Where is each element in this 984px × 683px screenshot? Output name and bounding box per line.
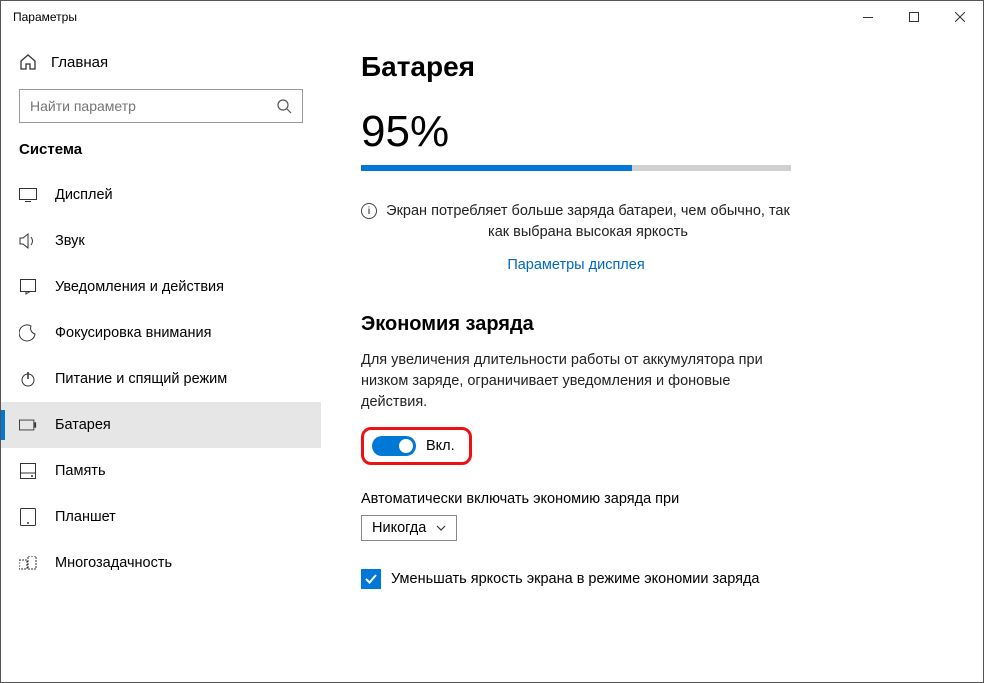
- chevron-down-icon: [436, 525, 446, 531]
- battery-saver-toggle[interactable]: [372, 436, 416, 456]
- maximize-button[interactable]: [891, 1, 937, 33]
- window-controls: [845, 1, 983, 33]
- search-icon: [276, 98, 292, 114]
- toggle-state-label: Вкл.: [426, 438, 455, 454]
- sidebar-category: Система: [1, 137, 321, 172]
- window-title: Параметры: [13, 10, 845, 24]
- sidebar: Главная Система Дисплей Звук Уведомления…: [1, 33, 321, 682]
- sidebar-item-sound[interactable]: Звук: [1, 218, 321, 264]
- sidebar-nav: Дисплей Звук Уведомления и действия Фоку…: [1, 172, 321, 586]
- minimize-button[interactable]: [845, 1, 891, 33]
- sidebar-item-label: Многозадачность: [55, 555, 172, 571]
- battery-bar-fill: [361, 165, 632, 171]
- main-content: Батарея 95% i Экран потребляет больше за…: [321, 33, 983, 682]
- display-settings-link[interactable]: Параметры дисплея: [361, 257, 791, 273]
- sidebar-item-display[interactable]: Дисплей: [1, 172, 321, 218]
- sidebar-item-label: Фокусировка внимания: [55, 325, 211, 341]
- info-icon: i: [361, 203, 377, 219]
- saver-description: Для увеличения длительности работы от ак…: [361, 350, 791, 413]
- power-icon: [19, 370, 37, 388]
- brightness-checkbox-row[interactable]: Уменьшать яркость экрана в режиме эконом…: [361, 569, 937, 589]
- brightness-checkbox-label: Уменьшать яркость экрана в режиме эконом…: [391, 571, 759, 587]
- battery-bar: [361, 165, 791, 171]
- info-row: i Экран потребляет больше заряда батареи…: [361, 201, 791, 243]
- auto-saver-dropdown[interactable]: Никогда: [361, 515, 457, 541]
- sidebar-item-focus[interactable]: Фокусировка внимания: [1, 310, 321, 356]
- auto-saver-label: Автоматически включать экономию заряда п…: [361, 491, 937, 507]
- sidebar-item-tablet[interactable]: Планшет: [1, 494, 321, 540]
- multitasking-icon: [19, 554, 37, 572]
- display-icon: [19, 186, 37, 204]
- sidebar-item-label: Батарея: [55, 417, 111, 433]
- search-field[interactable]: [30, 98, 276, 114]
- page-title: Батарея: [361, 51, 937, 83]
- sidebar-item-multitasking[interactable]: Многозадачность: [1, 540, 321, 586]
- sidebar-item-label: Звук: [55, 233, 85, 249]
- sidebar-item-battery[interactable]: Батарея: [1, 402, 321, 448]
- brightness-checkbox[interactable]: [361, 569, 381, 589]
- search-input[interactable]: [19, 89, 303, 123]
- sidebar-item-power[interactable]: Питание и спящий режим: [1, 356, 321, 402]
- focus-icon: [19, 324, 37, 342]
- sidebar-item-notifications[interactable]: Уведомления и действия: [1, 264, 321, 310]
- storage-icon: [19, 462, 37, 480]
- saver-title: Экономия заряда: [361, 313, 937, 336]
- battery-icon: [19, 416, 37, 434]
- info-text: Экран потребляет больше заряда батареи, …: [385, 201, 791, 243]
- sidebar-item-label: Дисплей: [55, 187, 113, 203]
- dropdown-value: Никогда: [372, 520, 426, 536]
- battery-percent: 95%: [361, 107, 937, 157]
- close-button[interactable]: [937, 1, 983, 33]
- home-icon: [19, 53, 37, 71]
- sidebar-item-label: Планшет: [55, 509, 116, 525]
- sidebar-item-storage[interactable]: Память: [1, 448, 321, 494]
- sidebar-item-label: Память: [55, 463, 106, 479]
- tablet-icon: [19, 508, 37, 526]
- home-label: Главная: [51, 54, 108, 71]
- sound-icon: [19, 232, 37, 250]
- titlebar: Параметры: [1, 1, 983, 33]
- sidebar-item-label: Уведомления и действия: [55, 279, 224, 295]
- highlight-annotation: Вкл.: [361, 427, 472, 465]
- sidebar-item-label: Питание и спящий режим: [55, 371, 227, 387]
- notifications-icon: [19, 278, 37, 296]
- home-link[interactable]: Главная: [1, 47, 321, 81]
